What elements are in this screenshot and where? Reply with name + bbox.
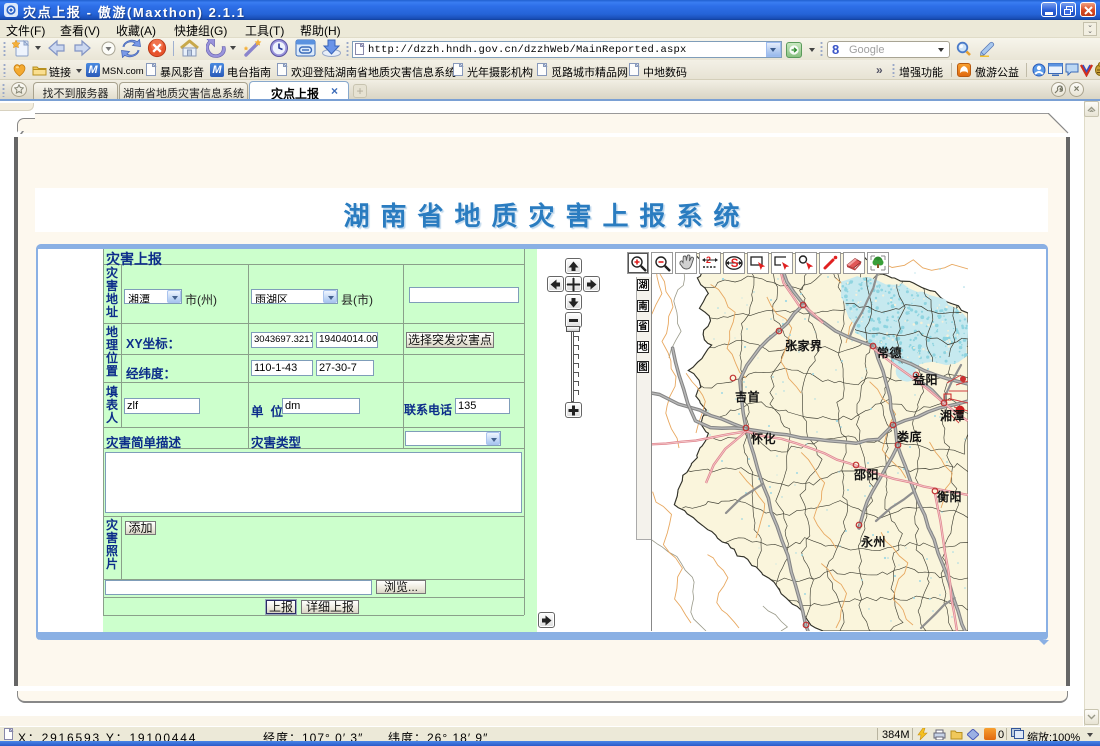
svg-text:衡阳: 衡阳 xyxy=(937,489,962,504)
svg-text:永州: 永州 xyxy=(860,534,886,549)
svg-text:常德: 常德 xyxy=(877,345,902,360)
svg-text:娄底: 娄底 xyxy=(897,429,922,444)
svg-text:湘潭: 湘潭 xyxy=(940,408,965,423)
svg-text:吉首: 吉首 xyxy=(735,389,760,404)
svg-text:益阳: 益阳 xyxy=(913,372,938,387)
svg-text:S: S xyxy=(731,258,739,270)
svg-text:张家界: 张家界 xyxy=(785,338,823,353)
svg-text:怀化: 怀化 xyxy=(751,431,776,446)
svg-text:邵阳: 邵阳 xyxy=(853,467,879,482)
